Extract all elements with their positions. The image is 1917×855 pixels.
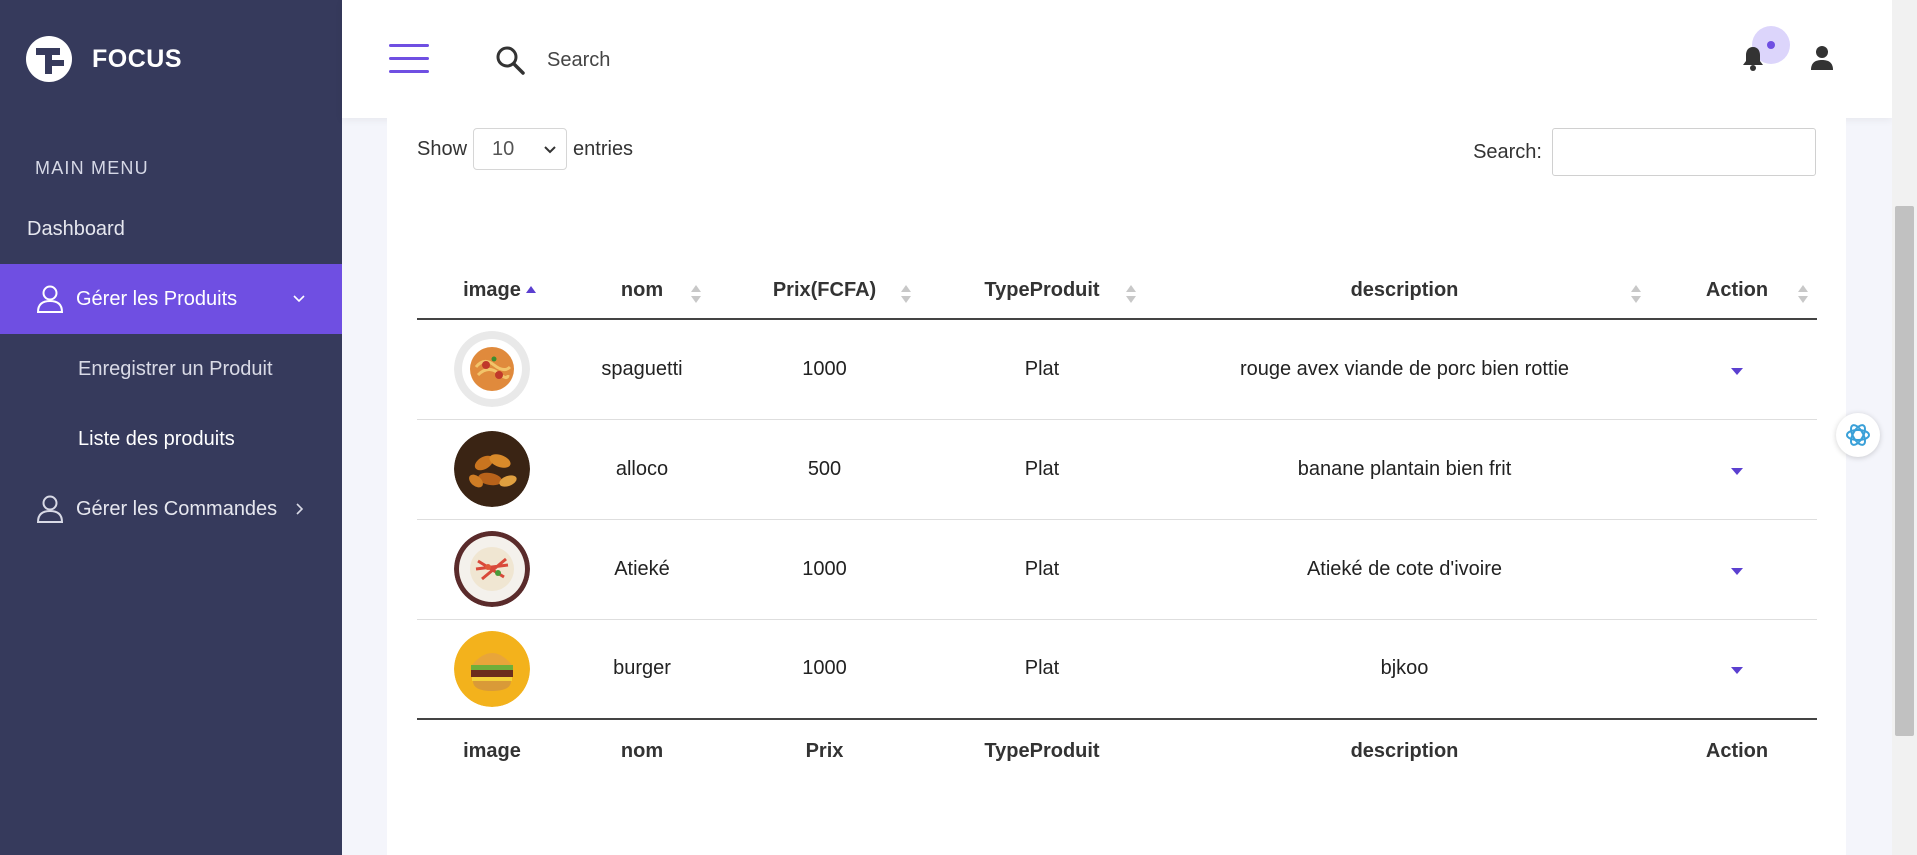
page-length-select[interactable]: 10 bbox=[473, 128, 568, 170]
product-image-cell bbox=[417, 619, 567, 719]
product-type: Plat bbox=[932, 319, 1152, 420]
column-header-prix[interactable]: Prix(FCFA) bbox=[717, 263, 932, 320]
search-input[interactable] bbox=[547, 42, 947, 78]
brand-name: FOCUS bbox=[92, 44, 182, 73]
action-dropdown-icon[interactable] bbox=[1731, 567, 1743, 575]
spaghetti-photo bbox=[454, 331, 530, 408]
product-price: 1000 bbox=[802, 657, 847, 680]
table-footer-row: image nom Prix TypeProduit description A… bbox=[417, 718, 1817, 783]
product-description: Atieké de cote d'ivoire bbox=[1152, 519, 1657, 620]
burger-photo bbox=[454, 630, 530, 707]
product-name: Atieké bbox=[567, 519, 717, 620]
sidebar: FOCUS MAIN MENU Dashboard Gérer les Prod… bbox=[0, 0, 342, 855]
column-header-description[interactable]: description bbox=[1152, 263, 1657, 320]
user-icon bbox=[36, 495, 64, 523]
alloco-photo bbox=[454, 431, 530, 507]
menu-title: MAIN MENU bbox=[35, 158, 149, 178]
table-search-input[interactable] bbox=[1552, 128, 1816, 176]
sort-icon bbox=[1631, 285, 1641, 303]
product-description: banane plantain bien frit bbox=[1152, 419, 1657, 520]
table-row: Atieké 1000 Plat Atieké de cote d'ivoire bbox=[417, 519, 1817, 620]
sort-icon bbox=[691, 285, 701, 303]
entries-label: entries bbox=[573, 137, 634, 160]
product-price: 1000 bbox=[717, 519, 932, 620]
product-type: Plat bbox=[932, 419, 1152, 520]
sort-asc-icon bbox=[526, 286, 536, 293]
product-name: spaguetti bbox=[567, 319, 717, 420]
action-dropdown-icon[interactable] bbox=[1731, 467, 1743, 475]
top-header bbox=[342, 0, 1892, 118]
chevron-right-icon bbox=[296, 503, 304, 515]
column-header-typeproduit[interactable]: TypeProduit bbox=[932, 263, 1152, 320]
footer-image: image bbox=[417, 718, 567, 783]
column-header-nom[interactable]: nom bbox=[567, 263, 717, 320]
assistant-widget-button[interactable] bbox=[1836, 413, 1880, 457]
sidebar-item-label: Enregistrer un Produit bbox=[78, 357, 273, 380]
table-filter: Search: bbox=[1473, 128, 1816, 176]
product-image-cell bbox=[417, 419, 567, 520]
atieke-photo bbox=[454, 531, 530, 607]
length-control: Show 10 entries bbox=[417, 128, 633, 170]
action-dropdown-icon[interactable] bbox=[1731, 367, 1743, 375]
filter-label: Search: bbox=[1473, 140, 1542, 163]
brand[interactable]: FOCUS bbox=[0, 0, 342, 118]
product-description: bjkoo bbox=[1380, 657, 1429, 680]
assistant-logo-icon bbox=[1846, 424, 1870, 446]
table-header-row: image nom Prix(FCFA) TypeProduit descrip… bbox=[417, 263, 1817, 320]
action-cell bbox=[1657, 319, 1817, 420]
sort-icon bbox=[901, 285, 911, 303]
action-dropdown-icon[interactable] bbox=[1731, 667, 1743, 675]
footer-typeproduit: TypeProduit bbox=[932, 718, 1152, 783]
sidebar-subitem-enregistrer[interactable]: Enregistrer un Produit bbox=[0, 334, 342, 404]
user-icon bbox=[36, 285, 64, 313]
sidebar-item-dashboard[interactable]: Dashboard bbox=[0, 194, 342, 264]
table-row: alloco 500 Plat banane plantain bien fri… bbox=[417, 419, 1817, 520]
user-account-icon[interactable] bbox=[1808, 44, 1836, 72]
notification-button[interactable] bbox=[1739, 26, 1790, 71]
column-header-action[interactable]: Action bbox=[1657, 263, 1817, 320]
action-cell bbox=[1657, 419, 1817, 520]
table-row: burger 1000 Plat bjkoo bbox=[417, 619, 1817, 719]
column-header-image[interactable]: image bbox=[417, 263, 567, 320]
table-row: spaguetti 1000 Plat rouge avex viande de… bbox=[417, 319, 1817, 420]
bell-icon bbox=[1743, 47, 1763, 71]
product-image-cell bbox=[417, 319, 567, 420]
page-scrollbar[interactable] bbox=[1892, 0, 1917, 855]
product-type: Plat bbox=[932, 519, 1152, 620]
action-cell bbox=[1657, 619, 1817, 719]
product-price: 500 bbox=[717, 419, 932, 520]
sidebar-item-gerer-produits[interactable]: Gérer les Produits bbox=[0, 264, 342, 334]
notification-dot bbox=[1767, 41, 1775, 49]
footer-action: Action bbox=[1657, 718, 1817, 783]
menu-toggle-button[interactable] bbox=[389, 44, 429, 76]
products-table: image nom Prix(FCFA) TypeProduit descrip… bbox=[417, 263, 1817, 783]
sidebar-item-gerer-commandes[interactable]: Gérer les Commandes bbox=[0, 474, 342, 544]
sidebar-item-label: Liste des produits bbox=[78, 427, 235, 450]
product-description: rouge avex viande de porc bien rottie bbox=[1152, 319, 1657, 420]
product-price: 1000 bbox=[717, 319, 932, 420]
scrollbar-thumb[interactable] bbox=[1895, 206, 1914, 736]
product-image-cell bbox=[417, 519, 567, 620]
sidebar-item-label: Gérer les Commandes bbox=[76, 497, 278, 520]
sidebar-item-label: Gérer les Produits bbox=[76, 287, 238, 310]
page-length-value: 10 bbox=[492, 137, 515, 160]
sort-icon bbox=[1798, 285, 1808, 303]
chevron-down-icon bbox=[544, 146, 556, 154]
products-card: Show 10 entries Search: image nom Prix(F… bbox=[387, 118, 1846, 855]
footer-description: description bbox=[1152, 718, 1657, 783]
search-icon[interactable] bbox=[494, 44, 526, 76]
focus-logo-icon bbox=[26, 36, 72, 82]
action-cell bbox=[1657, 519, 1817, 620]
product-name: burger bbox=[613, 657, 671, 680]
footer-nom: nom bbox=[567, 718, 717, 783]
footer-prix: Prix bbox=[717, 718, 932, 783]
sidebar-subitem-liste[interactable]: Liste des produits bbox=[0, 404, 342, 474]
product-type: Plat bbox=[1024, 657, 1060, 680]
product-name: alloco bbox=[567, 419, 717, 520]
sidebar-item-label: Dashboard bbox=[27, 217, 125, 240]
sort-icon bbox=[1126, 285, 1136, 303]
show-label: Show bbox=[417, 137, 468, 160]
chevron-down-icon bbox=[293, 295, 305, 303]
